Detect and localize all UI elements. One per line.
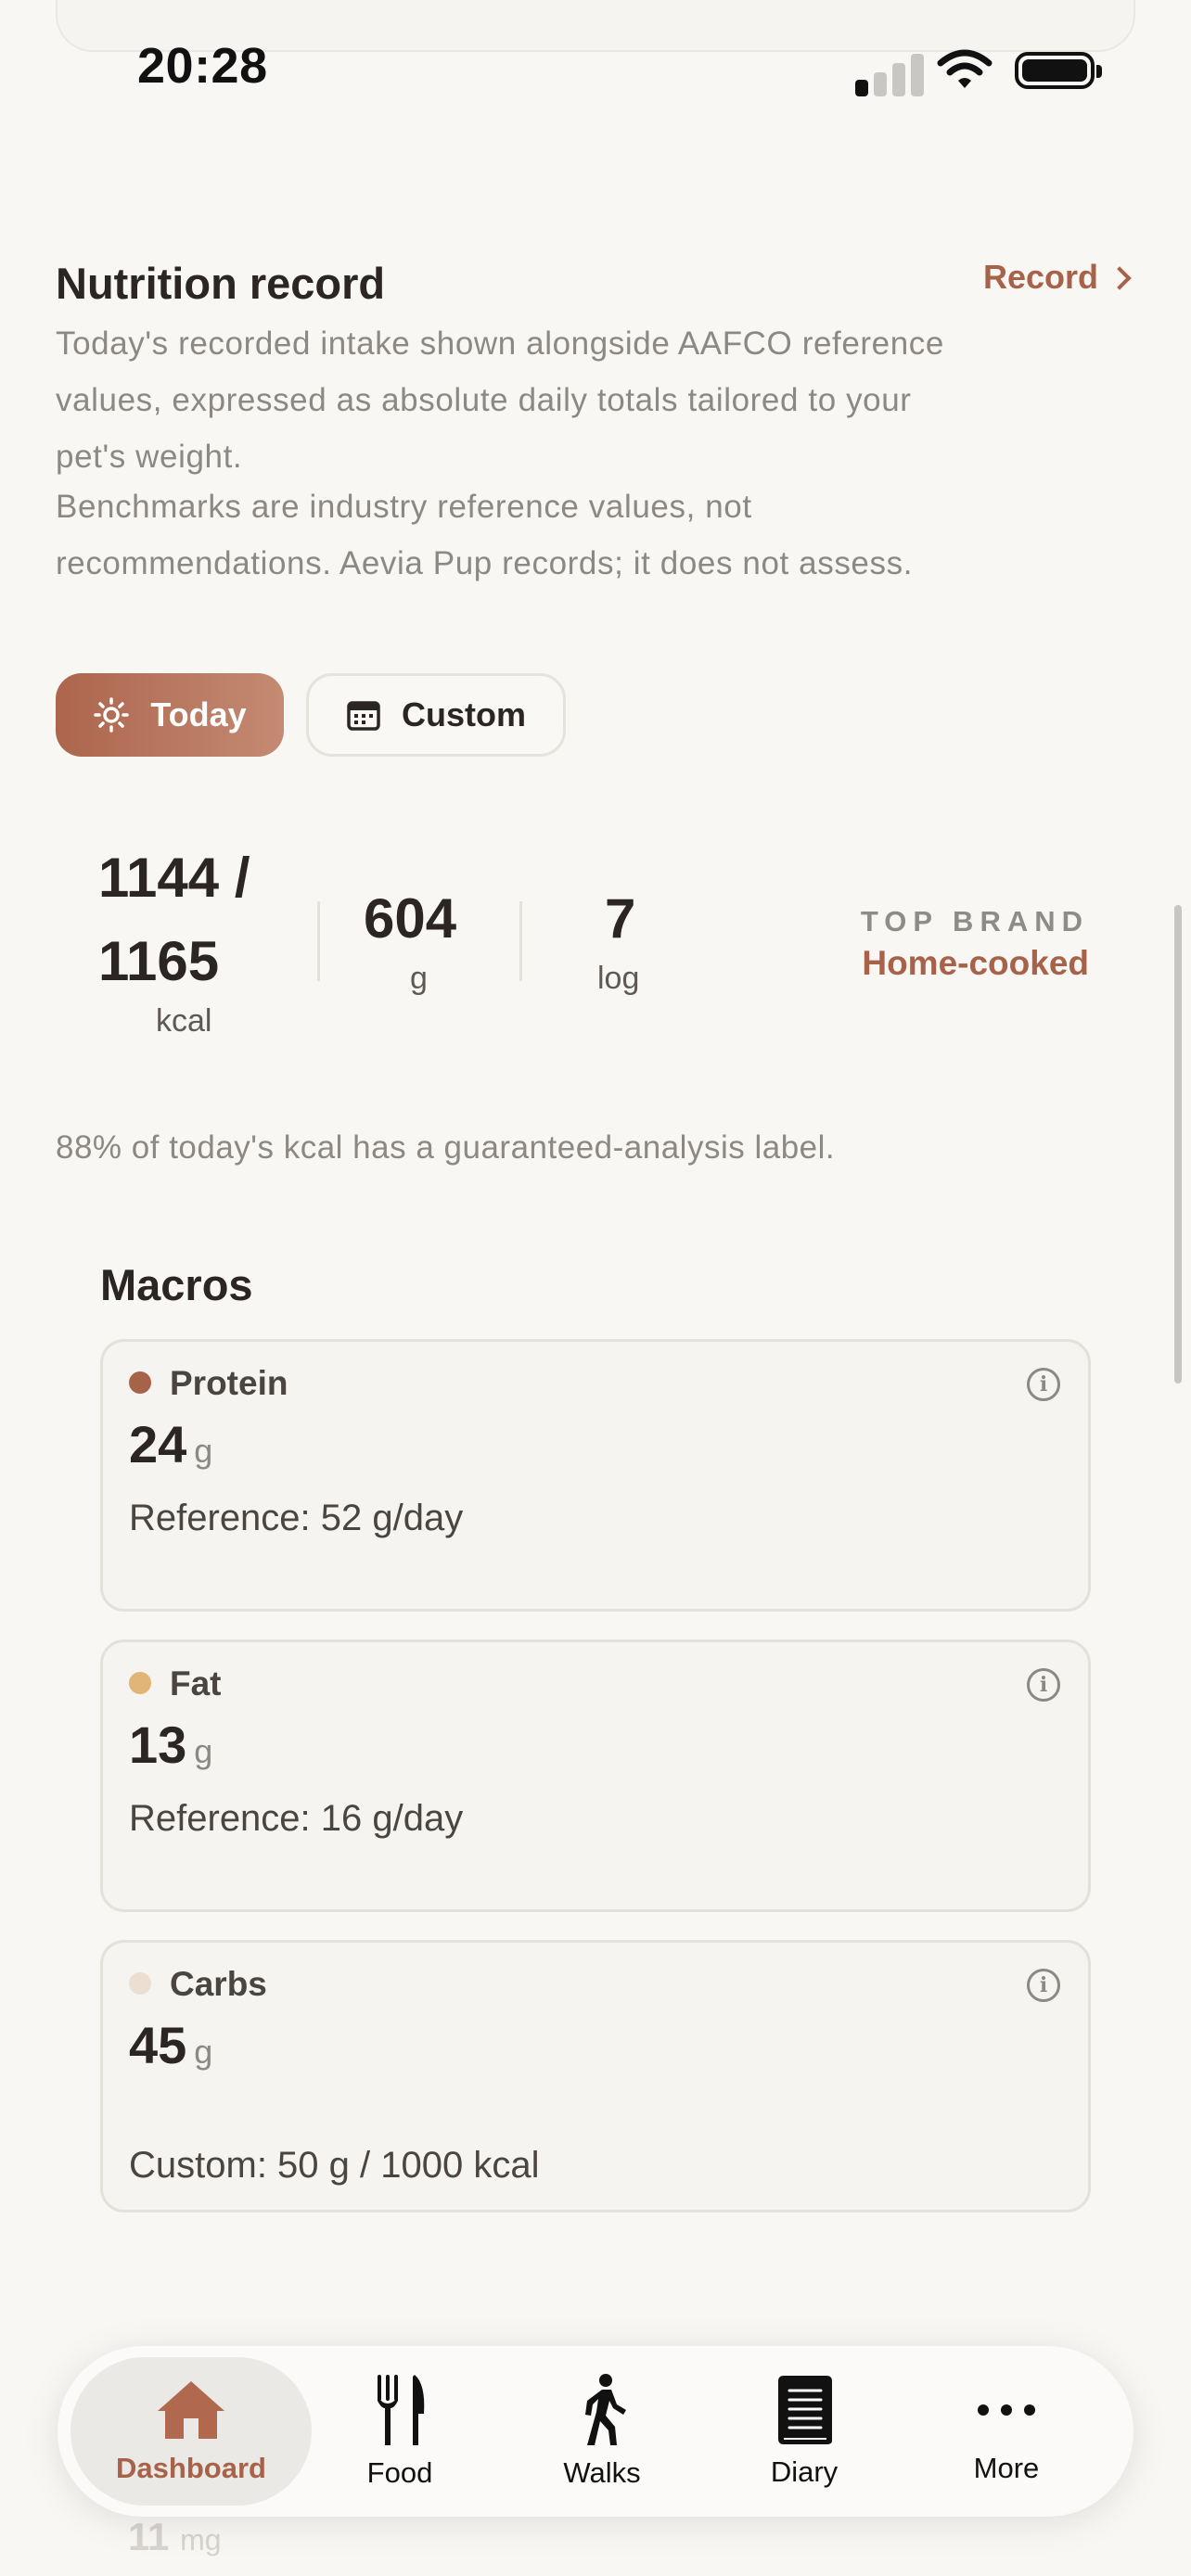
- stat-divider: [317, 901, 320, 981]
- info-icon[interactable]: i: [1027, 1969, 1060, 2002]
- tab-walks[interactable]: Walks: [505, 2346, 699, 2517]
- info-icon[interactable]: i: [1027, 1668, 1060, 1702]
- home-icon: [158, 2381, 224, 2439]
- status-icons: [855, 46, 1106, 96]
- tab-bar: Dashboard Food Walks Diary More: [58, 2346, 1133, 2517]
- tab-label: Food: [366, 2456, 433, 2489]
- today-filter-button[interactable]: Today: [56, 673, 284, 757]
- chevron-right-icon: [1108, 266, 1132, 290]
- tab-dashboard[interactable]: Dashboard: [70, 2357, 312, 2506]
- scrollbar[interactable]: [1174, 905, 1182, 1384]
- wifi-icon: [937, 49, 992, 88]
- fat-color-dot: [129, 1672, 151, 1694]
- custom-filter-button[interactable]: Custom: [306, 673, 566, 757]
- signal-bar-2: [874, 72, 887, 96]
- top-brand-label: TOP BRAND: [860, 905, 1089, 937]
- macro-name: Fat: [170, 1664, 222, 1702]
- signal-bar-3: [892, 63, 905, 96]
- tab-label: Walks: [563, 2456, 641, 2489]
- macro-card-protein: Protein i 24 g Reference: 52 g/day: [100, 1339, 1091, 1612]
- partial-content-value: 11 mg: [128, 2515, 222, 2559]
- macro-reference: Reference: 16 g/day: [129, 1798, 464, 1839]
- kcal-value-line2: 1165: [98, 930, 220, 992]
- label-coverage-note: 88% of today's kcal has a guaranteed-ana…: [56, 1129, 836, 1166]
- walking-icon: [585, 2374, 626, 2445]
- tab-more[interactable]: More: [909, 2346, 1104, 2517]
- record-link-label: Record: [983, 258, 1099, 296]
- macro-name: Protein: [170, 1364, 288, 1402]
- macro-card-fat: Fat i 13 g Reference: 16 g/day: [100, 1639, 1091, 1912]
- macros-title: Macros: [100, 1260, 253, 1309]
- kcal-value-line1: 1144 /: [98, 847, 250, 909]
- tab-label: Diary: [770, 2455, 839, 2488]
- log-value: 7: [605, 887, 636, 950]
- fork-knife-icon: [378, 2375, 425, 2445]
- macro-name: Carbs: [170, 1965, 267, 2003]
- signal-bar-1: [855, 80, 868, 96]
- calendar-icon: [347, 701, 380, 731]
- sun-icon: [94, 697, 130, 733]
- macro-reference: Custom: 50 g / 1000 kcal: [129, 2145, 540, 2186]
- macro-unit: g: [194, 2033, 213, 2071]
- log-unit: log: [597, 961, 640, 996]
- macro-amount: 45: [129, 2016, 187, 2074]
- macro-unit: g: [194, 1732, 213, 1770]
- battery-icon: [1015, 52, 1102, 89]
- macro-reference: Reference: 52 g/day: [129, 1498, 464, 1538]
- partial-content-amount: 11: [128, 2515, 170, 2558]
- status-time: 20:28: [137, 38, 268, 94]
- section-description: Today's recorded intake shown alongside …: [56, 325, 944, 475]
- macro-value: 24 g: [129, 1414, 212, 1474]
- protein-color-dot: [129, 1371, 151, 1394]
- tab-label: More: [973, 2452, 1040, 2484]
- macro-unit: g: [194, 1432, 213, 1470]
- macro-amount: 24: [129, 1415, 187, 1473]
- custom-filter-label: Custom: [402, 695, 526, 733]
- tab-diary[interactable]: Diary: [707, 2346, 902, 2517]
- macro-value: 45 g: [129, 2015, 212, 2075]
- ellipsis-icon: [978, 2404, 1035, 2416]
- macro-value: 13 g: [129, 1715, 212, 1775]
- section-disclaimer: Benchmarks are industry reference values…: [56, 489, 914, 581]
- section-title: Nutrition record: [56, 259, 386, 308]
- macro-amount: 13: [129, 1715, 187, 1774]
- info-icon[interactable]: i: [1027, 1368, 1060, 1401]
- record-link[interactable]: Record: [983, 258, 1132, 297]
- grams-unit: g: [410, 961, 428, 996]
- tab-food[interactable]: Food: [302, 2346, 497, 2517]
- grams-value: 604: [364, 887, 457, 950]
- top-brand-value: Home-cooked: [862, 944, 1089, 982]
- carbs-color-dot: [129, 1972, 151, 1995]
- notebook-icon: [778, 2376, 832, 2444]
- stat-divider: [519, 901, 522, 981]
- partial-content-unit: mg: [180, 2523, 222, 2557]
- kcal-unit: kcal: [156, 1003, 212, 1039]
- signal-bar-4: [911, 54, 924, 96]
- macro-card-carbs: Carbs i 45 g Custom: 50 g / 1000 kcal: [100, 1940, 1091, 2213]
- today-filter-label: Today: [150, 695, 247, 733]
- tab-label: Dashboard: [116, 2452, 266, 2484]
